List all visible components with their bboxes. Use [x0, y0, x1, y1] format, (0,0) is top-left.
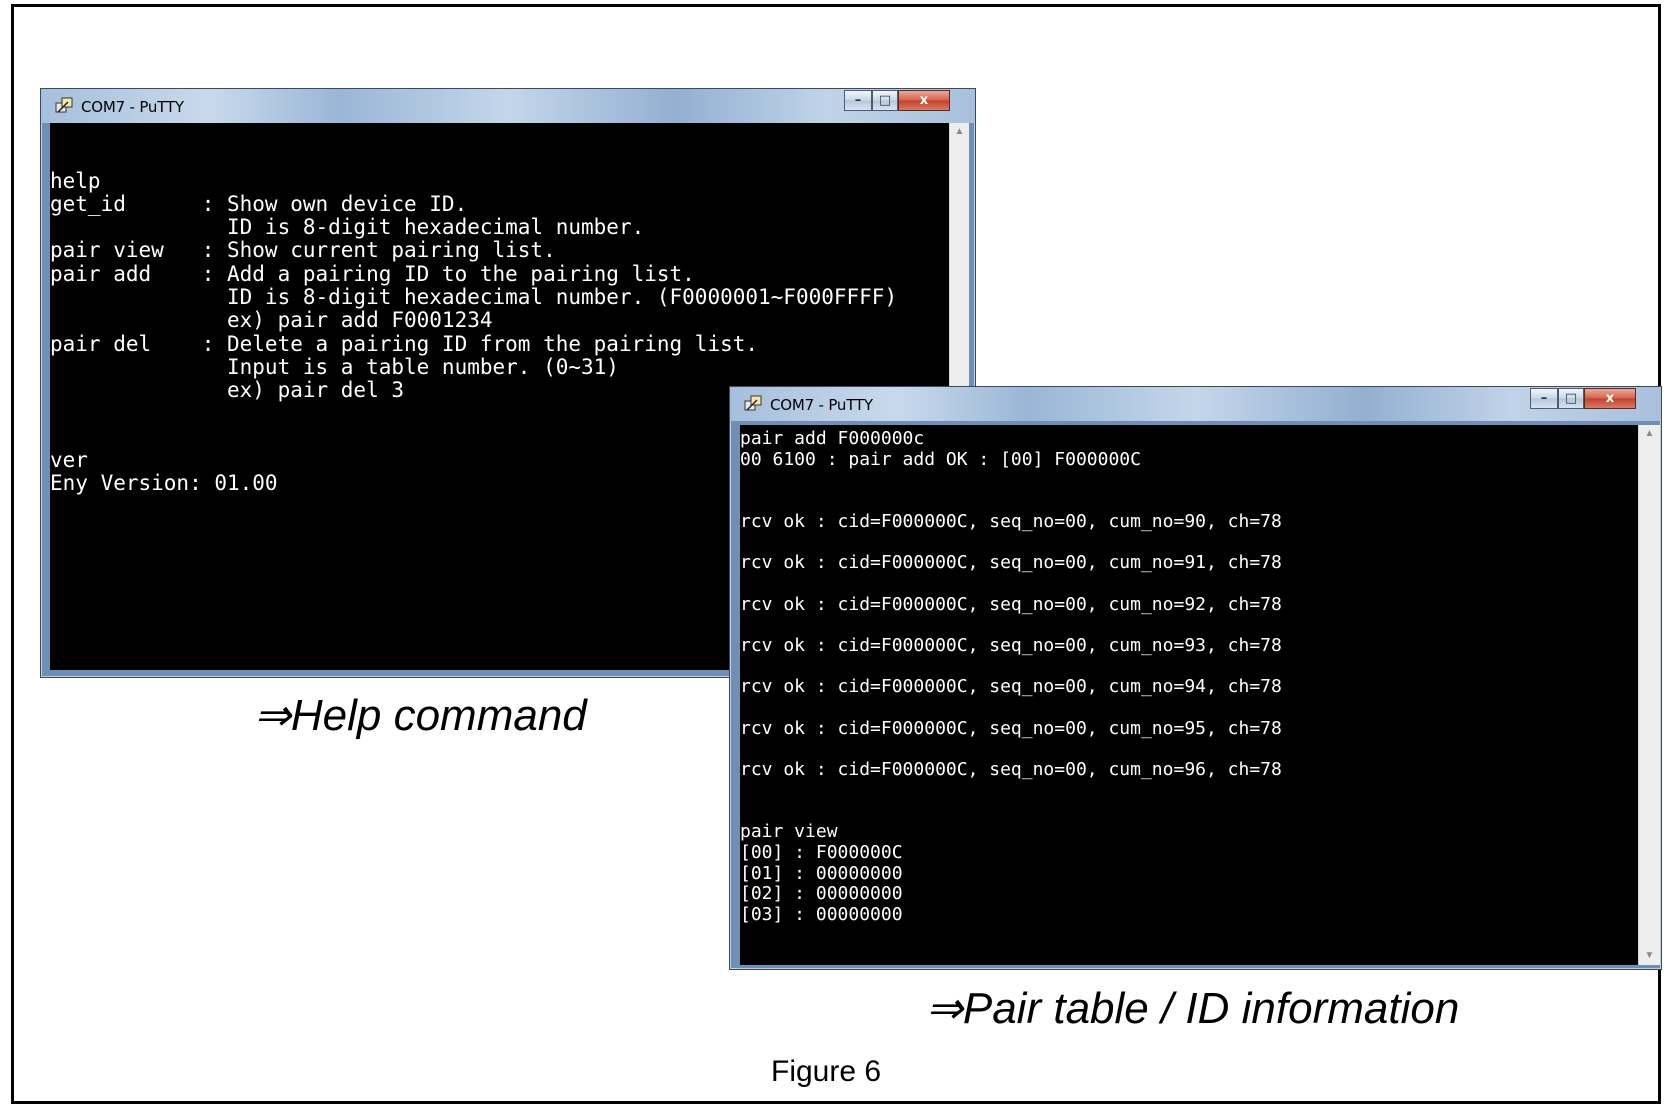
- terminal-line: rcv ok : cid=F000000C, seq_no=00, cum_no…: [740, 510, 1282, 532]
- window-title: COM7 - PuTTY: [770, 396, 873, 414]
- vertical-scrollbar[interactable]: ▲ ▼: [1638, 425, 1660, 965]
- window-title: COM7 - PuTTY: [81, 98, 184, 116]
- terminal-line: Input is a table number. (0~31): [50, 354, 619, 379]
- terminal-line: pair view : Show current pairing list.: [50, 238, 556, 263]
- scroll-up-arrow-icon[interactable]: ▲: [1639, 425, 1660, 443]
- terminal-line: help: [50, 168, 101, 193]
- putty-window-pair: COM7 - PuTTY – □ x pair add F000000c 00 6…: [729, 386, 1662, 970]
- terminal-line: pair add F000000c: [740, 428, 925, 449]
- terminal-line: rcv ok : cid=F000000C, seq_no=00, cum_no…: [740, 552, 1282, 574]
- putty-icon: [744, 395, 762, 411]
- titlebar[interactable]: COM7 - PuTTY – □ x: [730, 387, 1661, 421]
- terminal-line: ID is 8-digit hexadecimal number.: [50, 215, 645, 240]
- scroll-up-arrow-icon[interactable]: ▲: [950, 123, 969, 141]
- terminal-line: [02] : 00000000: [740, 883, 903, 905]
- maximize-button[interactable]: □: [1558, 388, 1584, 409]
- close-button[interactable]: x: [1584, 388, 1636, 409]
- terminal-line: [03] : 00000000: [740, 904, 903, 926]
- terminal-line: rcv ok : cid=F000000C, seq_no=00, cum_no…: [740, 593, 1282, 615]
- terminal-line: 00 6100 : pair add OK : [00] F000000C: [740, 448, 1141, 470]
- terminal-line: [00] : F000000C: [740, 842, 903, 864]
- terminal-line: ID is 8-digit hexadecimal number. (F0000…: [50, 285, 898, 310]
- terminal-line: rcv ok : cid=F000000C, seq_no=00, cum_no…: [740, 635, 1282, 657]
- maximize-button[interactable]: □: [872, 90, 898, 111]
- putty-icon: [55, 97, 73, 113]
- terminal-line: ex) pair add F0001234: [50, 308, 493, 333]
- caption-pair: ⇒Pair table / ID information: [926, 984, 1460, 1033]
- terminal-line: pair add : Add a pairing ID to the pairi…: [50, 261, 695, 286]
- terminal-line: rcv ok : cid=F000000C, seq_no=00, cum_no…: [740, 676, 1282, 698]
- minimize-button[interactable]: –: [1530, 388, 1558, 409]
- scroll-down-arrow-icon[interactable]: ▼: [1639, 947, 1660, 965]
- terminal-line: pair del : Delete a pairing ID from the …: [50, 331, 759, 356]
- terminal-line: rcv ok : cid=F000000C, seq_no=00, cum_no…: [740, 717, 1282, 739]
- close-button[interactable]: x: [898, 90, 950, 111]
- figure-label: Figure 6: [771, 1055, 882, 1088]
- terminal-line: get_id : Show own device ID.: [50, 191, 468, 216]
- minimize-button[interactable]: –: [844, 90, 872, 111]
- terminal-output[interactable]: pair add F000000c 00 6100 : pair add OK :…: [740, 425, 1638, 965]
- terminal-line: pair view: [740, 821, 838, 843]
- terminal-line: rcv ok : cid=F000000C, seq_no=00, cum_no…: [740, 759, 1282, 781]
- caption-help: ⇒Help command: [254, 691, 587, 740]
- titlebar[interactable]: COM7 - PuTTY – □ x: [41, 89, 975, 123]
- terminal-line: [01] : 00000000: [740, 862, 903, 884]
